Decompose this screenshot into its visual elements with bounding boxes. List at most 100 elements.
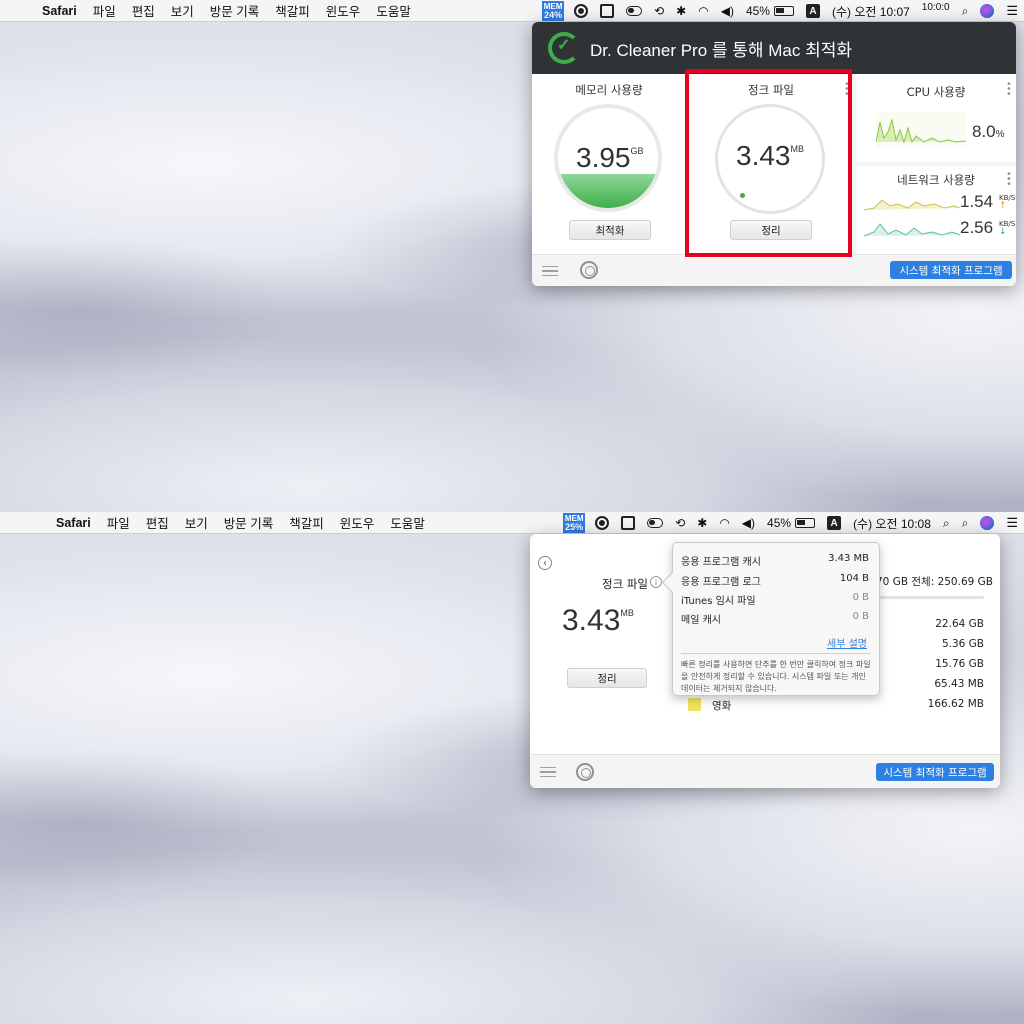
input-source-icon[interactable]: A bbox=[805, 4, 820, 18]
cpu-value-number: 8.0 bbox=[972, 122, 996, 141]
tooltip-divider bbox=[681, 653, 871, 654]
mem-badge[interactable]: MEM 25% bbox=[563, 513, 586, 533]
menu-history[interactable]: 방문 기록 bbox=[202, 1, 267, 20]
junk-detail-number: 3.43 bbox=[562, 604, 621, 637]
network-card-title: 네트워크 사용량 bbox=[897, 173, 975, 187]
search-icon[interactable]: ⌕ bbox=[956, 516, 975, 531]
cpu-menu-icon[interactable]: • • • bbox=[1006, 80, 1012, 100]
tooltip-row-label: 메일 캐시 bbox=[681, 615, 721, 626]
siri-icon[interactable] bbox=[980, 4, 995, 18]
top-screenshot: Safari 파일 편집 보기 방문 기록 책갈피 윈도우 도움말 MEM 24… bbox=[0, 0, 1024, 512]
screen-mirror-icon[interactable] bbox=[621, 516, 636, 530]
battery-icon bbox=[795, 518, 816, 528]
menu-icon[interactable] bbox=[540, 767, 556, 777]
menu-bookmarks[interactable]: 책갈피 bbox=[281, 513, 332, 532]
menu-safari[interactable]: Safari bbox=[48, 516, 99, 530]
upload-arrow-icon: ↑ bbox=[999, 201, 1007, 211]
dr-cleaner-logo-icon bbox=[548, 32, 580, 64]
bluetooth-icon[interactable]: ✱ bbox=[670, 4, 692, 18]
screen-mirror-icon[interactable] bbox=[600, 4, 615, 18]
tooltip-row: 응용 프로그램 캐시 3.43 MB bbox=[681, 553, 869, 568]
bluetooth-icon[interactable]: ✱ bbox=[691, 516, 713, 530]
tooltip-row-label: 응용 프로그램 캐시 bbox=[681, 557, 761, 568]
status-bar: MEM 25% ⟲ ✱ ◠ ◀) 45% A (수) 오전 10:08 ⌕ ⌕ … bbox=[563, 512, 1024, 534]
movie-color-swatch bbox=[688, 698, 701, 711]
volume-icon[interactable]: ◀) bbox=[715, 4, 740, 18]
menu-view[interactable]: 보기 bbox=[163, 1, 202, 20]
system-optimizer-button[interactable]: 시스템 최적화 프로그램 bbox=[890, 261, 1012, 279]
time-machine-icon[interactable]: ⟲ bbox=[648, 4, 670, 18]
toggle-icon[interactable] bbox=[647, 518, 664, 528]
menu-safari[interactable]: Safari bbox=[34, 4, 85, 18]
movie-label: 영화 bbox=[712, 700, 732, 712]
search-icon[interactable]: ⌕ bbox=[956, 4, 975, 19]
optimize-button[interactable]: 최적화 bbox=[569, 220, 651, 240]
record-icon[interactable] bbox=[595, 516, 610, 530]
record-icon[interactable] bbox=[574, 4, 589, 18]
disk-summary: 70 GB 전체: 250.69 GB bbox=[876, 576, 993, 588]
menu-window[interactable]: 윈도우 bbox=[332, 513, 383, 532]
notification-list-icon[interactable]: ☰ bbox=[1000, 3, 1024, 19]
tooltip-row: iTunes 임시 파일 0 B bbox=[681, 592, 869, 607]
download-sparkline bbox=[864, 223, 960, 237]
battery-indicator[interactable]: 45% bbox=[761, 516, 821, 530]
popover-footer: 시스템 최적화 프로그램 bbox=[532, 254, 1016, 286]
menu-icon[interactable] bbox=[542, 266, 558, 276]
clock[interactable]: (수) 오전 10:07 bbox=[826, 3, 916, 20]
menu-view[interactable]: 보기 bbox=[177, 513, 216, 532]
menu-file[interactable]: 파일 bbox=[85, 1, 124, 20]
tooltip-row-label: iTunes 임시 파일 bbox=[681, 596, 756, 607]
menu-bookmarks[interactable]: 책갈피 bbox=[267, 1, 318, 20]
size-row-1: 22.64 GB bbox=[935, 618, 984, 630]
system-optimizer-button[interactable]: 시스템 최적화 프로그램 bbox=[876, 763, 994, 781]
clock[interactable]: (수) 오전 10:08 bbox=[847, 515, 937, 532]
size-row-2: 5.36 GB bbox=[941, 638, 984, 650]
junk-tooltip: 응용 프로그램 캐시 3.43 MB 응용 프로그램 로그 104 B iTunes… bbox=[672, 542, 880, 696]
support-icon[interactable] bbox=[576, 763, 594, 781]
details-link[interactable]: 세부 설명 bbox=[827, 635, 867, 650]
junk-detail-unit: MB bbox=[620, 608, 634, 618]
siri-icon[interactable] bbox=[980, 516, 995, 530]
menu-help[interactable]: 도움말 bbox=[368, 1, 419, 20]
time-machine-icon[interactable]: ⟲ bbox=[669, 516, 691, 530]
highlight-box bbox=[685, 69, 852, 257]
cpu-sparkline bbox=[876, 112, 966, 148]
menu-file[interactable]: 파일 bbox=[99, 513, 138, 532]
back-icon[interactable]: ‹ bbox=[538, 556, 552, 570]
memory-card-title: 메모리 사용량 bbox=[575, 83, 643, 97]
menu-bar: Safari 파일 편집 보기 방문 기록 책갈피 윈도우 도움말 MEM 25… bbox=[0, 512, 1024, 534]
tooltip-row: 메일 캐시 0 B bbox=[681, 611, 869, 626]
wifi-icon[interactable]: ◠ bbox=[692, 4, 714, 18]
tooltip-row-label: 응용 프로그램 로그 bbox=[681, 577, 761, 588]
popover-footer: 시스템 최적화 프로그램 bbox=[530, 754, 1000, 788]
network-menu-icon[interactable]: • • • bbox=[1006, 170, 1012, 190]
notification-list-icon[interactable]: ☰ bbox=[1000, 515, 1024, 531]
upload-value: 1.54 bbox=[960, 192, 994, 211]
battery-indicator[interactable]: 45% bbox=[740, 4, 800, 18]
toggle-icon[interactable] bbox=[626, 6, 643, 16]
clean-button[interactable]: 정리 bbox=[567, 668, 647, 688]
size-row-3: 15.76 GB bbox=[935, 658, 984, 670]
info-icon[interactable]: i bbox=[650, 576, 662, 588]
battery-percent: 45% bbox=[767, 516, 792, 530]
menu-edit[interactable]: 편집 bbox=[124, 1, 163, 20]
wifi-icon[interactable]: ◠ bbox=[713, 516, 735, 530]
search-icon[interactable]: ⌕ bbox=[937, 516, 956, 531]
menu-window[interactable]: 윈도우 bbox=[318, 1, 369, 20]
volume-icon[interactable]: ◀) bbox=[736, 516, 761, 530]
popover-title: Dr. Cleaner Pro 를 통해 Mac 최적화 bbox=[590, 40, 853, 60]
cpu-value-unit: % bbox=[995, 129, 1005, 140]
mem-badge[interactable]: MEM 24% bbox=[542, 1, 565, 21]
junk-detail-value: 3.43MB bbox=[562, 604, 634, 638]
menu-edit[interactable]: 편집 bbox=[138, 513, 177, 532]
movie-size: 166.62 MB bbox=[927, 698, 984, 710]
menu-history[interactable]: 방문 기록 bbox=[216, 513, 281, 532]
memory-fill bbox=[558, 174, 658, 208]
support-icon[interactable] bbox=[580, 261, 598, 279]
tooltip-row-value: 3.43 MB bbox=[828, 553, 869, 564]
menu-help[interactable]: 도움말 bbox=[382, 513, 433, 532]
input-source-icon[interactable]: A bbox=[827, 516, 842, 530]
memory-value-number: 3.95 bbox=[576, 142, 631, 173]
popover-header: Dr. Cleaner Pro 를 통해 Mac 최적화 bbox=[532, 22, 1016, 74]
battery-icon bbox=[773, 6, 794, 16]
